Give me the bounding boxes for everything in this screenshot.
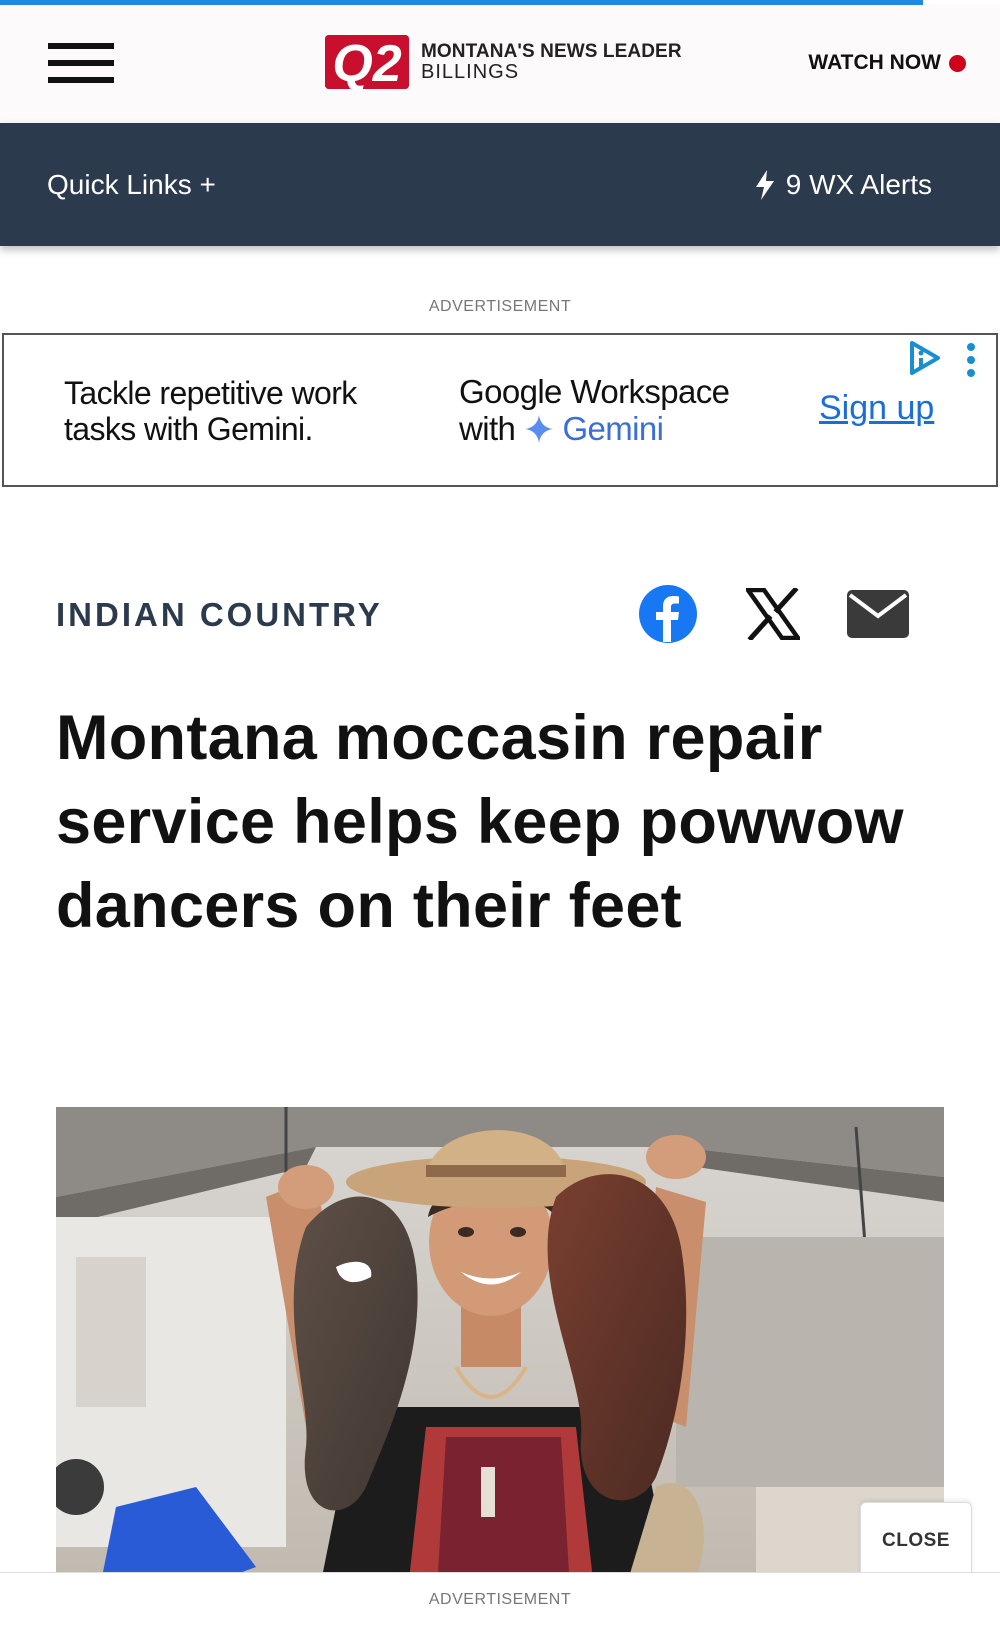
facebook-icon[interactable] [638,584,698,644]
x-icon[interactable] [746,588,800,640]
woman-holding-moccasin-soles-photo [56,1107,944,1607]
article-category[interactable]: INDIAN COUNTRY [56,596,383,634]
article-headline: Montana moccasin repair service helps ke… [56,703,904,941]
advertisement-label: ADVERTISEMENT [428,1591,572,1608]
adchoices-icon[interactable] [906,339,944,377]
close-ad-button[interactable]: CLOSE [860,1502,972,1578]
logo-tagline: MONTANA'S NEWS LEADER [421,41,682,62]
more-options-icon[interactable] [967,343,979,382]
logo-city: BILLINGS [421,61,520,83]
watch-now-label: WATCH NOW [808,51,941,74]
site-header: Q2 MONTANA'S NEWS LEADER BILLINGS WATCH … [0,5,1000,123]
secondary-nav: Quick Links + 9 WX Alerts [0,123,1000,246]
lightning-bolt-icon [755,170,774,200]
advertisement-label: ADVERTISEMENT [428,298,572,315]
sticky-bottom-ad[interactable]: ADVERTISEMENT [0,1572,1000,1650]
weather-alerts-button[interactable]: 9 WX Alerts [754,169,932,201]
logo-mark-text: Q2 [332,35,401,89]
ad-with-text: with [459,410,516,447]
ad-headline: Tackle repetitive work tasks with Gemini… [64,375,357,447]
q2-logo-mark: Q2 [325,35,409,89]
article-photo[interactable] [56,1107,944,1607]
ad-gemini-text: Gemini [562,410,664,447]
gemini-sparkle-icon [524,415,553,443]
live-dot-icon [949,54,966,72]
ad-product-name: Google Workspace [459,373,730,410]
hamburger-menu-icon[interactable] [48,43,114,83]
banner-ad[interactable]: Tackle repetitive work tasks with Gemini… [2,333,998,487]
weather-alerts-label: 9 WX Alerts [785,169,932,200]
watch-now-button[interactable]: WATCH NOW [808,51,966,75]
email-icon[interactable] [847,590,909,638]
logo-text: MONTANA'S NEWS LEADER BILLINGS [421,41,682,83]
ad-product-tagline: with Gemini [459,410,729,447]
ad-product: Google Workspace with Gemini [459,373,730,447]
ad-signup-link[interactable]: Sign up [819,389,934,428]
site-logo[interactable]: Q2 MONTANA'S NEWS LEADER BILLINGS [325,33,682,91]
quick-links-button[interactable]: Quick Links + [47,169,216,201]
